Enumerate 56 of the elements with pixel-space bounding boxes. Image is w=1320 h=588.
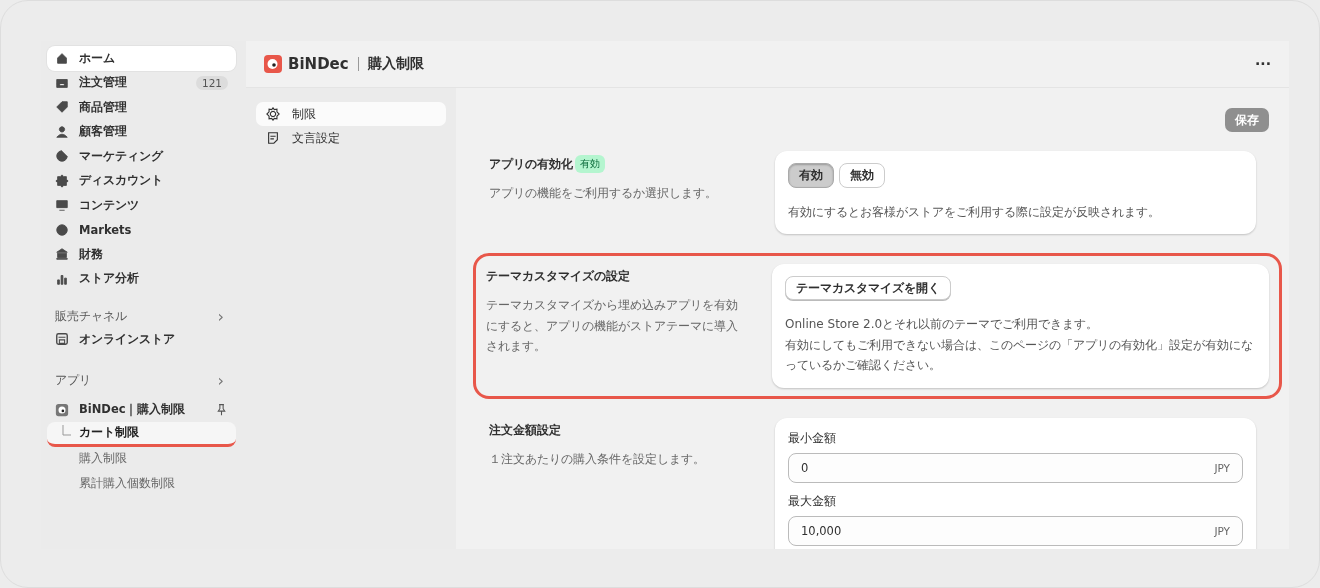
nav-item[interactable]: ホーム <box>47 46 236 71</box>
section-heading: アプリ <box>55 372 91 389</box>
amount-field[interactable]: 10,000 JPY <box>788 515 1243 546</box>
section-title: テーマカスタマイズの設定 <box>486 268 630 286</box>
logo-icon <box>264 55 282 73</box>
nav-icon <box>55 173 69 188</box>
help-text: 有効にするとお客様がストアをご利用する際に設定が反映されます。 <box>788 204 1161 221</box>
section-title: 注文金額設定 <box>489 421 561 439</box>
store-icon <box>55 332 69 347</box>
nav-icon <box>266 131 280 145</box>
toggle-button[interactable]: 有効 <box>788 163 834 188</box>
status-badge: 有効 <box>575 155 605 173</box>
pin-icon[interactable] <box>215 403 228 417</box>
field-label: 最小金額 <box>788 429 837 447</box>
nav-icon <box>55 124 69 139</box>
field-label: 最大金額 <box>788 492 837 510</box>
chevron-icon[interactable]: › <box>217 306 224 326</box>
subnav-item[interactable]: 文言設定 <box>256 126 446 150</box>
section-description: １注文あたりの購入条件を設定します。 <box>489 450 706 468</box>
open-theme-button[interactable]: テーマカスタマイズを開く <box>785 276 951 301</box>
nav-item[interactable]: 商品管理 <box>47 95 236 120</box>
section-description: テーマカスタマイズから埋め込みアプリを有効にすると、アプリの機能がストアテーマに導入されます。 <box>486 297 739 356</box>
chevron-icon[interactable]: › <box>217 371 224 390</box>
nav-item[interactable]: 財務 <box>47 242 236 267</box>
subnav-item[interactable]: 制限 <box>256 102 446 126</box>
nav-icon <box>55 247 69 262</box>
nav-subitem[interactable]: カート制限 <box>47 422 236 447</box>
brand-name: BiNDec <box>288 55 349 73</box>
section-heading: 販売チャネル <box>55 307 127 325</box>
nav-subitem[interactable]: 購入制限 <box>47 446 236 471</box>
section-description: アプリの機能をご利用するか選択します。 <box>489 185 718 202</box>
app-icon <box>55 402 69 417</box>
nav-item[interactable]: Markets <box>47 217 236 242</box>
nav-item[interactable]: オンラインストア <box>47 327 236 352</box>
nav-subitem[interactable]: 累計購入個数制限 <box>47 471 236 496</box>
help-text: 有効にしてもご利用できない場合は、このページの「アプリの有効化」設定が有効になっているかご確認ください。 <box>785 336 1254 375</box>
nav-item[interactable]: ストア分析 <box>47 266 236 291</box>
nav-icon <box>55 149 69 164</box>
help-text: Online Store 2.0とそれ以前のテーマでご利用できます。 <box>785 316 1100 334</box>
nav-icon <box>55 100 69 115</box>
nav-item[interactable]: マーケティング <box>47 144 236 169</box>
nav-item[interactable]: コンテンツ <box>47 193 236 218</box>
nav-item[interactable]: ディスカウント <box>47 168 236 193</box>
nav-icon <box>55 198 69 213</box>
more-button[interactable]: ··· <box>1255 56 1271 72</box>
app-name[interactable]: BiNDec｜購入制限 <box>79 402 205 418</box>
section-title: アプリの有効化 <box>489 155 573 173</box>
toggle-button[interactable]: 無効 <box>839 163 885 188</box>
nav-icon <box>55 222 69 237</box>
amount-field[interactable]: 0 JPY <box>788 452 1243 483</box>
page-title: 購入制限 <box>367 55 425 73</box>
nav-item[interactable]: 顧客管理 <box>47 119 236 144</box>
nav-item[interactable]: 注文管理 121 <box>47 70 236 95</box>
nav-icon <box>266 107 280 121</box>
count-badge: 121 <box>195 75 228 90</box>
nav-icon <box>55 51 69 66</box>
